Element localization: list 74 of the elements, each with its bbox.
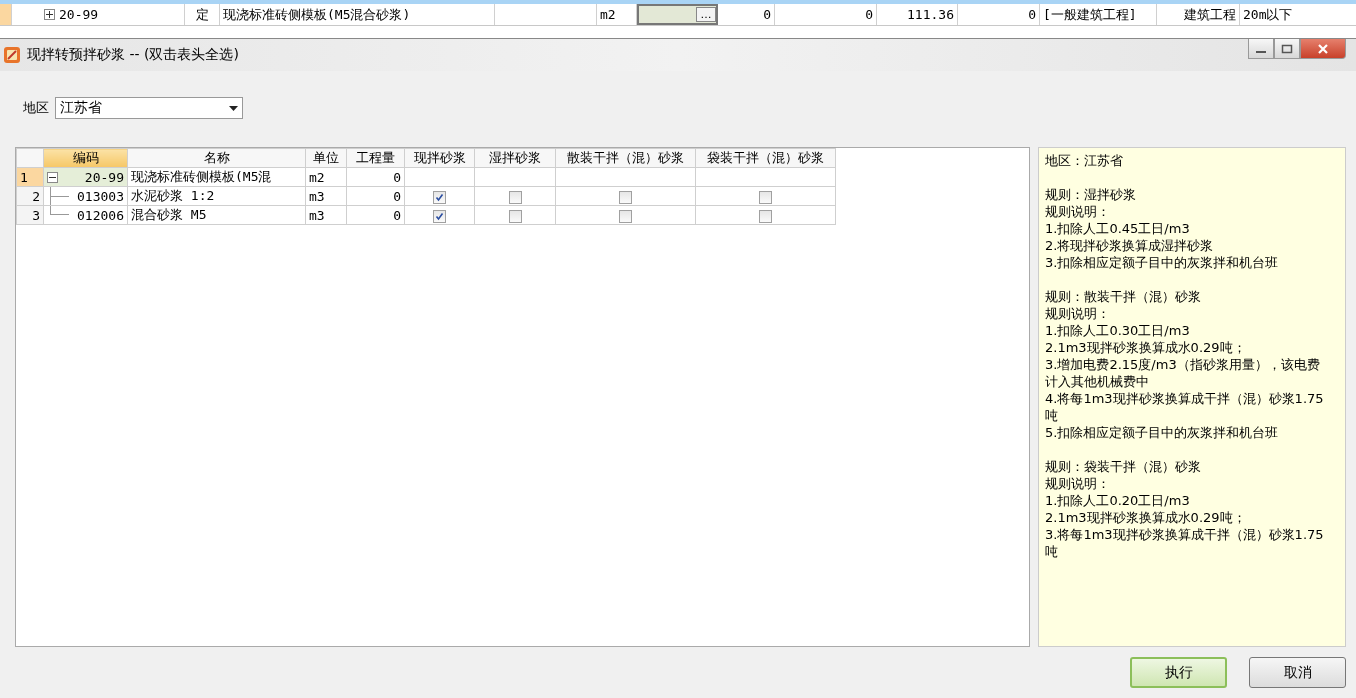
table-cell: [一般建筑工程] — [1040, 4, 1157, 25]
ellipsis-button[interactable]: … — [696, 7, 716, 22]
table-cell: 现浇标准砖侧模板(M5混 — [127, 167, 306, 187]
expand-toggle[interactable] — [44, 9, 55, 20]
column-header[interactable]: 散装干拌（混）砂浆 — [555, 148, 696, 168]
rule-title: 规则：散装干拌（混）砂浆 — [1045, 288, 1202, 305]
rule-item: 1.扣除人工0.45工日/m3 — [1045, 220, 1191, 237]
table-cell: 建筑工程 — [1157, 4, 1240, 25]
column-header[interactable]: 编码 — [43, 148, 128, 168]
checkbox[interactable] — [759, 209, 772, 223]
rule-title: 规则：湿拌砂浆 — [1045, 186, 1137, 203]
rule-item: 3.扣除相应定额子目中的灰浆拌和机台班 — [1045, 254, 1280, 271]
close-icon — [1317, 43, 1329, 54]
column-header[interactable]: 工程量 — [346, 148, 405, 168]
note-line: 地区：江苏省 — [1045, 152, 1124, 169]
plus-icon — [45, 10, 54, 19]
table-cell: 0 — [346, 186, 405, 206]
table-cell: 0 — [958, 4, 1040, 25]
cell-editor[interactable]: … — [637, 4, 718, 25]
checkbox[interactable] — [433, 190, 446, 204]
table-cell: 111.36 — [877, 4, 958, 25]
checkbox[interactable] — [508, 209, 522, 223]
table-cell: 0 — [775, 4, 877, 25]
maximize-icon — [1281, 43, 1293, 54]
minimize-button[interactable] — [1248, 39, 1274, 59]
rule-item: 3.将每1m3现拌砂浆换算成干拌（混）砂浆1.75吨 — [1045, 526, 1325, 560]
table-cell-text: 20m以下 — [1242, 5, 1294, 24]
table-cell: 定 — [185, 4, 220, 25]
minimize-icon — [1256, 50, 1266, 53]
cancel-button[interactable]: 取消 — [1249, 657, 1346, 688]
rule-subtitle: 规则说明： — [1045, 203, 1111, 220]
rule-item: 2.将现拌砂浆换算成湿拌砂浆 — [1045, 237, 1215, 254]
checkbox[interactable] — [619, 190, 632, 204]
caret-icon — [229, 105, 238, 111]
table-cell: 20-99 — [84, 169, 124, 185]
table-cell: m3 — [305, 205, 347, 225]
table-cell: 0 — [346, 205, 405, 225]
rule-title: 规则：袋装干拌（混）砂浆 — [1045, 458, 1202, 475]
rule-item: 2.1m3现拌砂浆换算成水0.29吨； — [1045, 339, 1247, 356]
collapse-toggle[interactable] — [47, 171, 58, 183]
rule-item: 5.扣除相应定额子目中的灰浆拌和机台班 — [1045, 424, 1280, 441]
window-title: 现拌转预拌砂浆 -- (双击表头全选) — [27, 46, 239, 64]
maximize-button[interactable] — [1274, 39, 1300, 59]
rule-item: 1.扣除人工0.30工日/m3 — [1045, 322, 1191, 339]
table-cell: 水泥砂浆 1:2 — [127, 186, 306, 206]
region-dropdown[interactable]: 江苏省 — [55, 97, 243, 119]
table-cell: 013003 — [77, 188, 124, 204]
column-header[interactable]: 单位 — [305, 148, 347, 168]
checkbox[interactable] — [508, 190, 522, 204]
rule-item: 1.扣除人工0.20工日/m3 — [1045, 492, 1191, 509]
app-icon — [3, 46, 21, 64]
rule-item: 2.1m3现拌砂浆换算成水0.29吨； — [1045, 509, 1247, 526]
column-header[interactable]: 名称 — [127, 148, 306, 168]
region-label: 地区 — [23, 99, 49, 117]
column-header[interactable]: 现拌砂浆 — [404, 148, 475, 168]
rule-item: 3.增加电费2.15度/m3（指砂浆用量），该电费计入其他机械费中 — [1045, 356, 1321, 390]
table-cell: 0 — [718, 4, 775, 25]
checkbox[interactable] — [759, 190, 772, 204]
table-cell: m2 — [305, 167, 347, 187]
column-header[interactable]: 袋装干拌（混）砂浆 — [695, 148, 836, 168]
checkbox[interactable] — [433, 209, 446, 223]
table-cell: m3 — [305, 186, 347, 206]
table-cell: 012006 — [77, 207, 124, 223]
rule-subtitle: 规则说明： — [1045, 305, 1111, 322]
rule-item: 4.将每1m3现拌砂浆换算成干拌（混）砂浆1.75吨 — [1045, 390, 1325, 424]
close-button[interactable] — [1300, 39, 1346, 59]
table-cell: 20-99 — [59, 7, 99, 22]
table-cell: 混合砂浆 M5 — [127, 205, 306, 225]
table-cell: 0 — [346, 167, 405, 187]
table-cell: 现浇标准砖侧模板(M5混合砂浆) — [220, 4, 495, 25]
rule-subtitle: 规则说明： — [1045, 475, 1111, 492]
column-header[interactable]: 湿拌砂浆 — [474, 148, 556, 168]
checkbox[interactable] — [619, 209, 632, 223]
execute-button[interactable]: 执行 — [1130, 657, 1227, 688]
